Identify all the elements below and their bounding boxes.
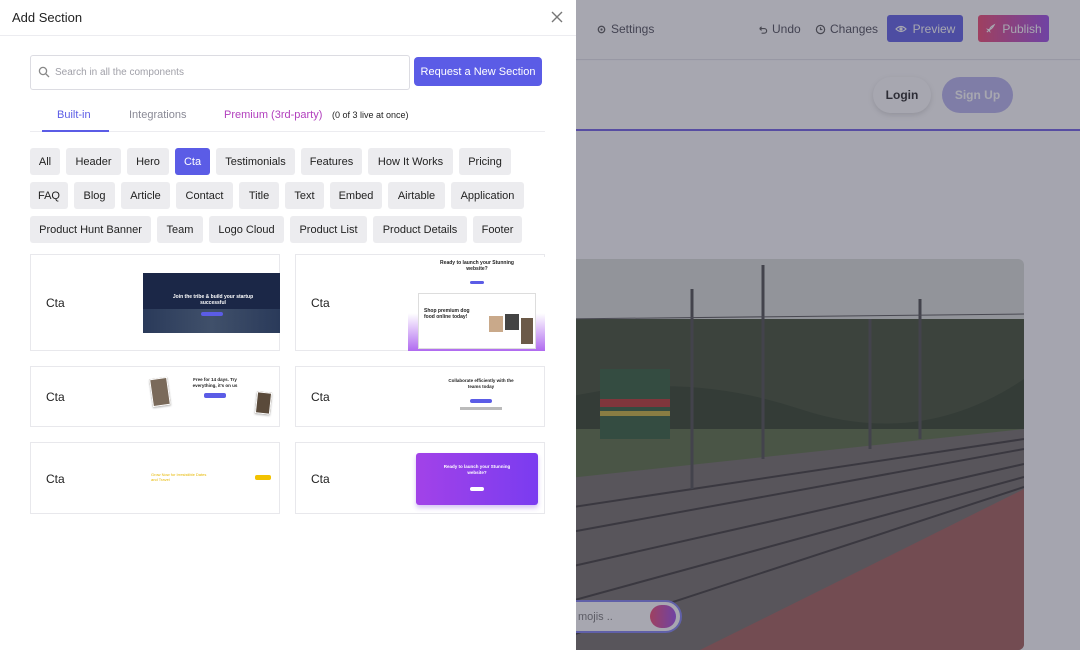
category-logo-cloud[interactable]: Logo Cloud [209,216,284,243]
category-header[interactable]: Header [66,148,121,175]
card-label: Cta [311,390,330,404]
category-contact[interactable]: Contact [176,182,233,209]
category-article[interactable]: Article [121,182,170,209]
thumb-text: Ready to launch your Stunning website? [440,260,514,272]
cta-card-5[interactable]: Cta Grow Now for Irresistible Dates and … [30,442,280,514]
cta-card-1[interactable]: Cta Join the tribe & build your startup … [30,254,280,351]
category-pricing[interactable]: Pricing [459,148,511,175]
thumb-text: Collaborate efficiently with the teams t… [448,378,514,389]
category-footer[interactable]: Footer [473,216,522,243]
search-box [30,55,410,90]
category-team[interactable]: Team [157,216,203,243]
cta-card-4[interactable]: Cta Collaborate efficiently with the tea… [295,366,545,427]
cta-thumbnail-collab: Collaborate efficiently with the teams t… [436,375,526,421]
category-cta[interactable]: Cta [175,148,210,175]
cta-thumbnail-store: Ready to launch your Stunning website? S… [408,257,545,351]
tab-integrations[interactable]: Integrations [129,109,186,121]
cta-card-3[interactable]: Cta Free for 14 days. Try everything, it… [30,366,280,427]
premium-note: (0 of 3 live at once) [332,110,409,120]
card-label: Cta [311,296,330,310]
category-product-list[interactable]: Product List [290,216,367,243]
thumb-text: Free for 14 days. Try everything, it's o… [192,377,238,388]
close-icon[interactable] [549,9,565,25]
category-testimonials[interactable]: Testimonials [216,148,295,175]
category-blog[interactable]: Blog [74,182,115,209]
cta-thumbnail-dark: Join the tribe & build your startup succ… [143,273,280,333]
category-how-it-works[interactable]: How It Works [368,148,453,175]
cta-card-6[interactable]: Cta Ready to launch your Stunning websit… [295,442,545,514]
thumb-text-2: Shop premium dog food online today! [424,308,470,320]
category-application[interactable]: Application [451,182,524,209]
card-label: Cta [46,390,65,404]
cta-thumbnail-purple: Ready to launch your Stunning website? [416,453,538,505]
request-new-section-button[interactable]: Request a New Section [414,57,542,86]
add-section-panel: Add Section Request a New Section Built-… [0,0,576,650]
card-label: Cta [46,472,65,486]
category-embed[interactable]: Embed [330,182,382,209]
panel-title: Add Section [12,10,83,25]
tab-bar: Built-in Integrations Premium (3rd-party… [30,100,545,132]
search-icon [38,66,50,78]
panel-header: Add Section [0,0,576,36]
cta-card-2[interactable]: Cta Ready to launch your Stunning websit… [295,254,545,351]
category-airtable[interactable]: Airtable [388,182,445,209]
tab-premium[interactable]: Premium (3rd-party) [224,109,322,121]
category-faq[interactable]: FAQ [30,182,68,209]
card-label: Cta [46,296,65,310]
cta-thumbnail-yellow: Grow Now for Irresistible Dates and Trav… [149,470,277,486]
category-title[interactable]: Title [239,182,279,209]
search-input[interactable] [55,64,395,81]
cta-thumbnail-trial: Free for 14 days. Try everything, it's o… [146,372,279,424]
category-all[interactable]: All [30,148,60,175]
category-text[interactable]: Text [285,182,324,209]
card-label: Cta [311,472,330,486]
tab-builtin[interactable]: Built-in [57,109,91,121]
active-tab-indicator [42,130,109,132]
category-product-details[interactable]: Product Details [373,216,467,243]
category-hero[interactable]: Hero [127,148,169,175]
category-product-hunt-banner[interactable]: Product Hunt Banner [30,216,151,243]
thumb-text: Join the tribe & build your startup succ… [172,294,254,306]
thumb-text: Grow Now for Irresistible Dates and Trav… [151,472,207,482]
thumb-text: Ready to launch your Stunning website? [443,464,511,475]
category-features[interactable]: Features [301,148,362,175]
